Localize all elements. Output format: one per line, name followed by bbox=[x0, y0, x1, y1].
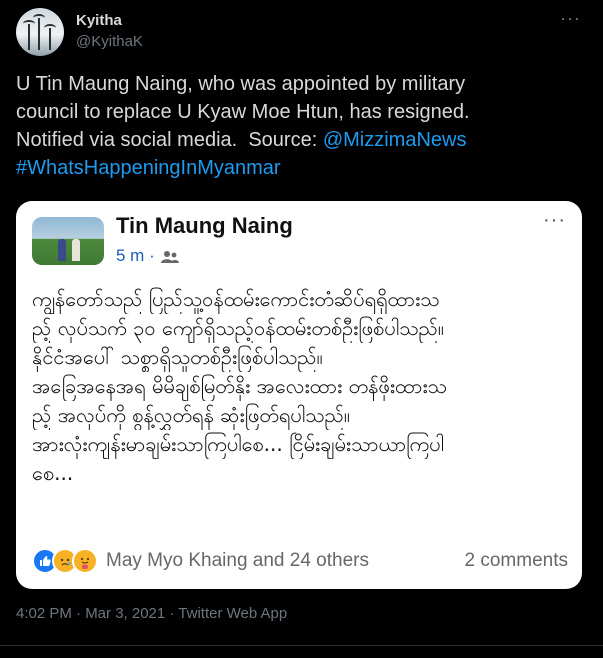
fb-body-line: ည့် လုပ်သက် ၃၀ ကျော်ရှိသည့်ဝန်ထမ်းတစ်ဦးဖ… bbox=[32, 316, 444, 340]
fb-post-body: ကျွန်တော်သည် ပြည်သူ့ဝန်ထမ်းကောင်းတံဆိပ်ရ… bbox=[32, 285, 566, 488]
tweet-text-line: council to replace U Kyaw Moe Htun, has … bbox=[16, 101, 470, 123]
source-mention-link[interactable]: @MizzimaNews bbox=[323, 129, 467, 151]
hashtag-link[interactable]: #WhatsHappeningInMyanmar bbox=[16, 157, 281, 179]
fb-author-avatar bbox=[32, 217, 104, 265]
tweet-text-line: U Tin Maung Naing, who was appointed by … bbox=[16, 73, 466, 95]
facebook-post-image[interactable]: Tin Maung Naing 5 m · ··· ကျွန်တော်သည် ပ… bbox=[16, 201, 582, 589]
fb-body-line: အားလုံးကျန်းမာချမ်းသာကြပါစေ... ငြိမ်းချမ… bbox=[32, 432, 444, 456]
person-figure bbox=[58, 239, 66, 261]
fb-body-line: ကျွန်တော်သည် ပြည်သူ့ဝန်ထမ်းကောင်းတံဆိပ်ရ… bbox=[32, 287, 440, 311]
fb-reactions: May Myo Khaing and 24 others bbox=[32, 547, 369, 575]
fb-post-time-text: 5 m bbox=[116, 246, 145, 265]
author-name[interactable]: Kyitha bbox=[76, 12, 122, 29]
reaction-summary: May Myo Khaing and 24 others bbox=[106, 550, 369, 571]
fb-dot-separator: · bbox=[144, 246, 160, 265]
tweet-text-line: Notified via social media. Source: @Mizz… bbox=[16, 126, 576, 154]
friends-icon bbox=[161, 250, 180, 263]
tweet-text-segment: Notified via social media. Source: bbox=[16, 129, 323, 151]
divider bbox=[0, 645, 603, 646]
fb-author-name: Tin Maung Naing bbox=[116, 213, 293, 238]
author-avatar[interactable] bbox=[16, 8, 64, 56]
fb-more-options-icon: ··· bbox=[543, 209, 566, 231]
tweet-timestamp[interactable]: 4:02 PM · Mar 3, 2021 · Twitter Web App bbox=[16, 605, 287, 622]
fb-body-line: နိုင်ငံအပေါ် သစ္စာရှိသူတစ်ဦးဖြစ်ပါသည်။ bbox=[32, 345, 323, 369]
fb-post-time: 5 m · bbox=[116, 246, 180, 266]
more-options-icon[interactable]: ··· bbox=[560, 8, 581, 29]
palm-tree-icon bbox=[44, 24, 56, 50]
care-icon bbox=[72, 548, 98, 574]
author-handle[interactable]: @KyithaK bbox=[76, 33, 143, 50]
tweet-header: Kyitha @KyithaK ··· bbox=[16, 8, 587, 58]
fb-body-line: ည့် အလုပ်ကို စွန့်လွှတ်ရန် ဆုံးဖြတ်ရပါသည… bbox=[32, 403, 350, 427]
palm-tree-icon bbox=[23, 20, 35, 50]
person-figure bbox=[72, 239, 80, 261]
tweet-text: U Tin Maung Naing, who was appointed by … bbox=[16, 70, 576, 182]
palm-tree-icon bbox=[33, 14, 45, 50]
fb-body-line: အခြေအနေအရ မိမိချစ်မြတ်နိုး အလေးထား တန်ဖိ… bbox=[32, 374, 447, 398]
comments-count: 2 comments bbox=[464, 550, 568, 571]
fb-body-line: စေ... bbox=[32, 461, 74, 485]
